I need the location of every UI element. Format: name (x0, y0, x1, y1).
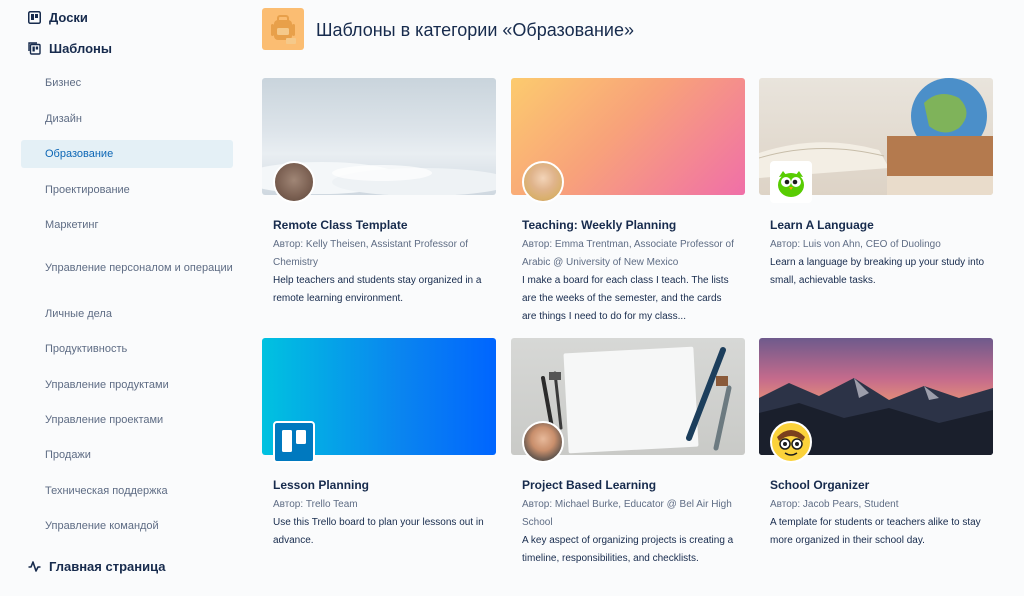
nav-home-label: Главная страница (49, 558, 166, 574)
activity-icon (28, 560, 41, 572)
category-design[interactable]: Дизайн (21, 105, 233, 133)
category-hr-operations[interactable]: Управление персоналом и операции (21, 249, 233, 287)
template-card-learn-language[interactable]: Learn A Language Автор: Luis von Ahn, CE… (759, 78, 993, 286)
card-author-text: Автор: Luis von Ahn, CEO of Duolingo (770, 239, 941, 250)
trello-logo (273, 421, 315, 463)
card-author: Автор: Emma Trentman, Associate Professo… (522, 236, 738, 326)
category-support[interactable]: Техническая поддержка (21, 477, 233, 505)
nav-boards[interactable]: Доски (28, 6, 88, 28)
education-category-icon (262, 8, 304, 50)
nav-boards-label: Доски (49, 9, 88, 25)
card-description: I make a board for each class I teach. T… (522, 275, 729, 322)
card-title: Teaching: Weekly Planning (522, 218, 677, 232)
category-sales[interactable]: Продажи (21, 441, 233, 469)
category-personal[interactable]: Личные дела (21, 300, 233, 328)
category-team-management[interactable]: Управление командой (21, 512, 233, 540)
nav-templates[interactable]: Шаблоны (28, 37, 112, 59)
nav-home[interactable]: Главная страница (28, 555, 165, 577)
card-author: Автор: Michael Burke, Educator @ Bel Air… (522, 496, 738, 568)
duolingo-logo (770, 161, 812, 203)
card-description: A key aspect of organizing projects is c… (522, 535, 734, 564)
card-title: Remote Class Template (273, 218, 408, 232)
templates-icon (28, 41, 41, 55)
card-title: Learn A Language (770, 218, 874, 232)
category-engineering[interactable]: Проектирование (21, 176, 233, 204)
card-author-text: Автор: Trello Team (273, 499, 358, 510)
card-author: Автор: Trello Team Use this Trello board… (273, 496, 489, 550)
card-description: Learn a language by breaking up your stu… (770, 257, 985, 286)
card-description: Help teachers and students stay organize… (273, 275, 482, 304)
sidebar: Доски Шаблоны Бизнес Дизайн Образование … (0, 0, 245, 596)
author-avatar (522, 421, 564, 463)
category-product-management[interactable]: Управление продуктами (21, 371, 233, 399)
author-avatar (273, 161, 315, 203)
card-author-text: Автор: Michael Burke, Educator @ Bel Air… (522, 499, 732, 528)
template-card-remote-class[interactable]: Remote Class Template Автор: Kelly Theis… (262, 78, 496, 304)
card-title: Project Based Learning (522, 478, 657, 492)
author-avatar (770, 421, 812, 463)
boards-icon (28, 10, 41, 24)
template-card-weekly-planning[interactable]: Teaching: Weekly Planning Автор: Emma Tr… (511, 78, 745, 322)
card-author-text: Автор: Kelly Theisen, Assistant Professo… (273, 239, 469, 268)
card-title: School Organizer (770, 478, 870, 492)
category-project-management[interactable]: Управление проектами (21, 406, 233, 434)
card-author-text: Автор: Emma Trentman, Associate Professo… (522, 239, 734, 268)
category-education[interactable]: Образование (21, 140, 233, 168)
page-title: Шаблоны в категории «Образование» (316, 20, 634, 40)
author-avatar (522, 161, 564, 203)
card-author: Автор: Luis von Ahn, CEO of Duolingo Lea… (770, 236, 986, 290)
card-author: Автор: Jacob Pears, Student A template f… (770, 496, 986, 550)
category-business[interactable]: Бизнес (21, 69, 233, 97)
card-title: Lesson Planning (273, 478, 370, 492)
category-productivity[interactable]: Продуктивность (21, 335, 233, 363)
template-card-lesson-planning[interactable]: Lesson Planning Автор: Trello Team Use t… (262, 338, 496, 546)
card-description: A template for students or teachers alik… (770, 517, 981, 546)
category-marketing[interactable]: Маркетинг (21, 211, 233, 239)
card-author-text: Автор: Jacob Pears, Student (770, 499, 899, 510)
template-card-project-based-learning[interactable]: Project Based Learning Автор: Michael Bu… (511, 338, 745, 564)
template-card-school-organizer[interactable]: School Organizer Автор: Jacob Pears, Stu… (759, 338, 993, 546)
card-author: Автор: Kelly Theisen, Assistant Professo… (273, 236, 489, 308)
card-description: Use this Trello board to plan your lesso… (273, 517, 484, 546)
nav-templates-label: Шаблоны (49, 40, 112, 56)
